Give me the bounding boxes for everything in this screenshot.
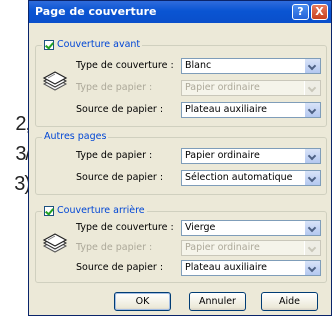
chevron-down-icon (304, 241, 320, 255)
front-paper-type-label: Type de papier : (76, 82, 153, 93)
chevron-down-icon[interactable] (304, 103, 320, 117)
help-button[interactable]: Aide (261, 292, 318, 311)
front-paper-type-value: Papier ordinaire (185, 82, 260, 93)
front-cover-legend: Couverture avant (42, 39, 143, 50)
back-paper-type-value: Papier ordinaire (185, 242, 260, 253)
back-paper-source-label: Source de papier : (76, 262, 164, 273)
close-button[interactable]: X (311, 4, 328, 20)
other-pages-label: Autres pages (44, 131, 107, 142)
other-paper-source-select[interactable]: Sélection automatique (181, 170, 321, 186)
other-paper-source-value: Sélection automatique (185, 172, 293, 183)
back-cover-checkbox[interactable] (44, 205, 54, 216)
cancel-button[interactable]: Annuler (189, 292, 246, 311)
other-paper-type-value: Papier ordinaire (185, 150, 260, 161)
background-text-1: 2, (15, 113, 31, 135)
back-cover-type-label: Type de couverture : (76, 222, 174, 233)
back-paper-source-select[interactable]: Plateau auxiliaire (181, 260, 321, 276)
front-cover-type-value: Blanc (185, 60, 212, 71)
paper-stack-icon (42, 233, 68, 253)
front-paper-source-select[interactable]: Plateau auxiliaire (181, 102, 321, 118)
front-cover-type-label: Type de couverture : (76, 60, 174, 71)
front-paper-source-label: Source de papier : (76, 104, 164, 115)
chevron-down-icon[interactable] (304, 221, 320, 235)
chevron-down-icon[interactable] (304, 149, 320, 163)
front-cover-group: Couverture avant Type de couverture : Bl… (35, 39, 327, 127)
back-cover-label[interactable]: Couverture arrière (57, 205, 145, 216)
background-text-2: 3/ (15, 143, 31, 165)
front-cover-checkbox[interactable] (44, 39, 54, 50)
back-paper-type-select: Papier ordinaire (181, 240, 321, 256)
back-paper-source-value: Plateau auxiliaire (185, 262, 268, 273)
chevron-down-icon[interactable] (304, 171, 320, 185)
back-cover-type-select[interactable]: Vierge (181, 220, 321, 236)
help-title-button[interactable]: ? (292, 4, 309, 20)
front-cover-type-select[interactable]: Blanc (181, 58, 321, 74)
back-cover-group: Couverture arrière Type de couverture : … (35, 205, 327, 283)
chevron-down-icon[interactable] (304, 261, 320, 275)
other-paper-type-select[interactable]: Papier ordinaire (181, 148, 321, 164)
chevron-down-icon[interactable] (304, 59, 320, 73)
other-paper-source-label: Source de papier : (76, 172, 164, 183)
back-cover-legend: Couverture arrière (42, 205, 147, 216)
front-cover-label[interactable]: Couverture avant (57, 39, 140, 50)
front-paper-source-value: Plateau auxiliaire (185, 104, 268, 115)
cover-page-dialog: Page de couverture ? X Couverture avant … (28, 0, 332, 316)
front-paper-type-select: Papier ordinaire (181, 80, 321, 96)
chevron-down-icon (304, 81, 320, 95)
other-paper-type-label: Type de papier : (76, 150, 153, 161)
other-pages-legend: Autres pages (42, 131, 109, 142)
title-bar: Page de couverture ? X (29, 1, 331, 23)
background-text-3: 3) (14, 173, 31, 195)
window-title: Page de couverture (35, 5, 157, 18)
paper-stack-icon (42, 71, 68, 91)
back-cover-type-value: Vierge (185, 222, 216, 233)
back-paper-type-label: Type de papier : (76, 242, 153, 253)
other-pages-group: Autres pages Type de papier : Papier ord… (35, 131, 327, 195)
ok-button[interactable]: OK (114, 292, 171, 311)
